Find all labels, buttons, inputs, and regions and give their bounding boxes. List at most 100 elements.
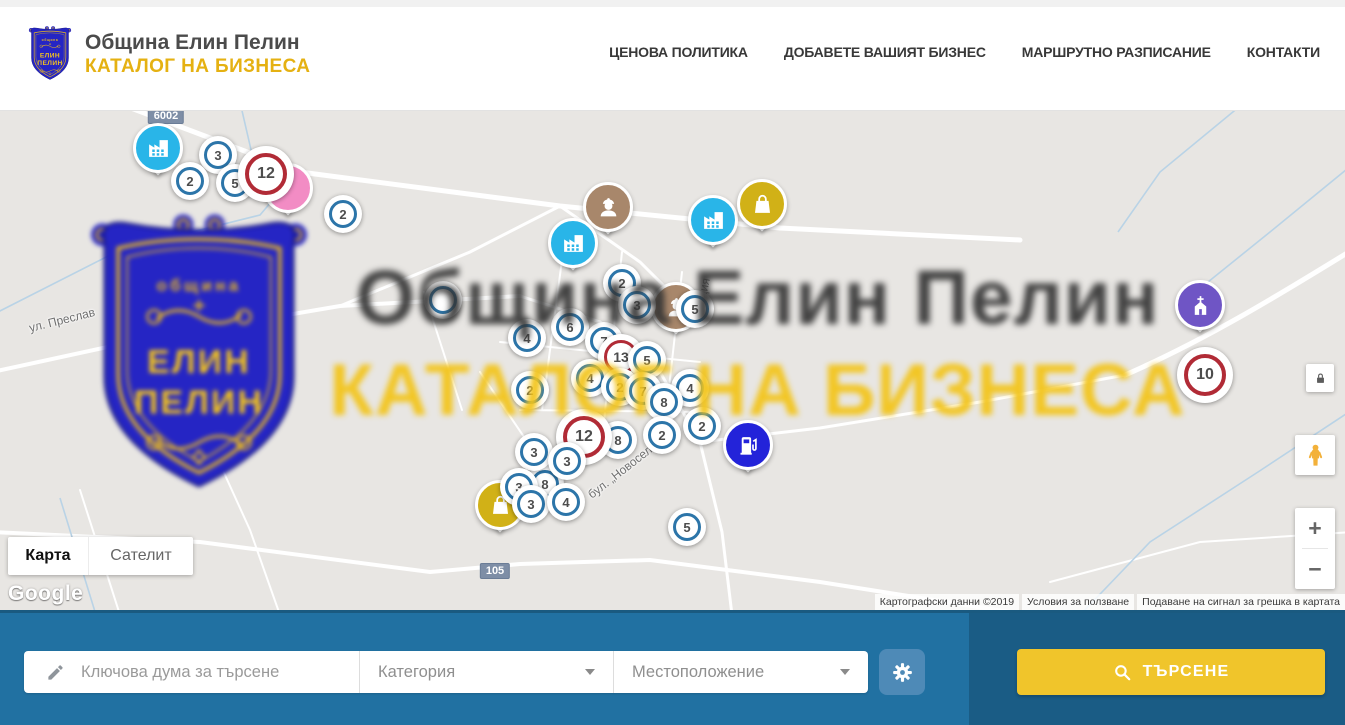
map-canvas[interactable]: общинаЕЛИНПЕЛИН Община Елин Пелин КАТАЛО… (0, 110, 1345, 610)
map-type-map-button[interactable]: Карта (8, 537, 88, 575)
svg-text:ПЕЛИН: ПЕЛИН (37, 60, 62, 67)
factory-icon (561, 231, 586, 256)
pencil-icon (46, 663, 65, 682)
keyword-field[interactable] (24, 651, 359, 693)
google-logo[interactable]: Google (8, 582, 83, 606)
cluster-count: 6 (556, 313, 584, 341)
map-cluster[interactable]: 3 (618, 286, 656, 324)
pin-circle (1175, 280, 1225, 330)
cluster-count: 2 (648, 421, 676, 449)
map-type-satellite-button[interactable]: Сателит (88, 537, 193, 575)
cluster-count: 3 (520, 438, 548, 466)
pin-circle (737, 179, 787, 229)
attribution-report-link[interactable]: Подаване на сигнал за грешка в картата (1137, 594, 1345, 610)
map-cluster[interactable]: 10 (1177, 347, 1233, 403)
municipal-emblem: община ЕЛИНПЕЛИН (28, 24, 72, 84)
map-cluster[interactable]: 2 (511, 371, 549, 409)
nav-route-schedule[interactable]: МАРШРУТНО РАЗПИСАНИЕ (1022, 44, 1211, 60)
factory-icon (146, 136, 171, 161)
top-strip (0, 0, 1345, 7)
search-icon (1113, 663, 1132, 682)
pin-circle (688, 195, 738, 245)
svg-text:община: община (157, 276, 242, 295)
church-icon (1188, 293, 1213, 318)
main-nav: ЦЕНОВА ПОЛИТИКА ДОБАВЕТЕ ВАШИЯТ БИЗНЕС М… (609, 0, 1320, 103)
map-cluster[interactable]: 2 (683, 407, 721, 445)
cluster-count: 2 (329, 200, 357, 228)
road-label: 105 (480, 563, 510, 579)
advanced-settings-button[interactable] (879, 649, 925, 695)
pegman-control[interactable] (1295, 435, 1335, 475)
cluster-count: 10 (1184, 354, 1226, 396)
map-cluster[interactable]: 12 (238, 146, 294, 202)
keyword-input[interactable] (79, 662, 333, 683)
map-cluster[interactable]: 3 (512, 485, 550, 523)
map-cluster[interactable] (424, 281, 462, 319)
map-cluster[interactable]: 5 (668, 508, 706, 546)
nav-contacts[interactable]: КОНТАКТИ (1247, 44, 1320, 60)
site-title: Община Елин Пелин (85, 30, 310, 55)
map-cluster[interactable]: 3 (515, 433, 553, 471)
cluster-count: 2 (516, 376, 544, 404)
map-pin-factory[interactable] (548, 218, 598, 280)
map-attribution: Картографски данни ©2019 Условия за полз… (875, 594, 1345, 610)
nav-add-business[interactable]: ДОБАВЕТЕ ВАШИЯТ БИЗНЕС (784, 44, 986, 60)
map-cluster[interactable]: 4 (547, 483, 585, 521)
pin-circle (723, 420, 773, 470)
cluster-count: 5 (681, 295, 709, 323)
search-button-label: ТЪРСЕНЕ (1143, 663, 1230, 681)
bag-icon (750, 192, 775, 217)
location-select[interactable]: Местоположение (613, 651, 868, 693)
chevron-down-icon (840, 669, 850, 675)
map-cluster[interactable]: 6 (551, 308, 589, 346)
map-cluster[interactable]: 2 (643, 416, 681, 454)
svg-text:ЕЛИН: ЕЛИН (147, 344, 251, 381)
map-cluster[interactable]: 4 (508, 319, 546, 357)
cluster-count: 12 (245, 153, 287, 195)
cluster-count: 3 (623, 291, 651, 319)
header: община ЕЛИНПЕЛИН Община Елин Пелин КАТАЛО… (0, 0, 1345, 111)
map-cluster[interactable]: 3 (548, 442, 586, 480)
zoom-in-button[interactable]: + (1295, 508, 1335, 548)
gear-icon (890, 660, 915, 685)
cluster-count: 5 (673, 513, 701, 541)
svg-text:община: община (42, 38, 59, 42)
factory-icon (701, 208, 726, 233)
nav-pricing-policy[interactable]: ЦЕНОВА ПОЛИТИКА (609, 44, 748, 60)
cluster-count: 3 (517, 490, 545, 518)
cluster-count: 2 (176, 167, 204, 195)
cluster-count: 5 (633, 346, 661, 374)
cluster-count: 2 (688, 412, 716, 440)
map-pin-bag[interactable] (737, 179, 787, 241)
lock-control[interactable] (1306, 364, 1334, 392)
page: общинаЕЛИНПЕЛИН Община Елин Пелин КАТАЛО… (0, 0, 1345, 725)
zoom-out-button[interactable]: − (1295, 549, 1335, 589)
worker-icon (596, 195, 621, 220)
cluster-count: 4 (576, 364, 604, 392)
watermark-emblem: общинаЕЛИНПЕЛИН (85, 210, 313, 502)
search-button[interactable]: ТЪРСЕНЕ (1017, 649, 1325, 695)
map-type-control: Карта Сателит (8, 537, 193, 575)
chevron-down-icon (585, 669, 595, 675)
attribution-data: Картографски данни ©2019 (875, 594, 1019, 610)
search-fields: Категория Местоположение (24, 651, 868, 693)
map-cluster[interactable]: 2 (324, 195, 362, 233)
site-subtitle: КАТАЛОГ НА БИЗНЕСА (85, 56, 310, 78)
site-title-block: Община Елин Пелин КАТАЛОГ НА БИЗНЕСА (85, 30, 310, 77)
cluster-count: 4 (513, 324, 541, 352)
gas-icon (736, 433, 761, 458)
zoom-control: + − (1295, 508, 1335, 589)
map-pin-church[interactable] (1175, 280, 1225, 342)
cluster-count: 4 (552, 488, 580, 516)
attribution-terms-link[interactable]: Условия за ползване (1022, 594, 1134, 610)
svg-text:ЕЛИН: ЕЛИН (40, 52, 60, 59)
map-cluster[interactable]: 5 (676, 290, 714, 328)
map-pin-factory[interactable] (688, 195, 738, 257)
map-cluster[interactable]: 2 (171, 162, 209, 200)
site-logo[interactable]: община ЕЛИНПЕЛИН Община Елин Пелин КАТАЛО… (28, 24, 310, 84)
category-select[interactable]: Категория (359, 651, 613, 693)
map-pin-gas[interactable] (723, 420, 773, 482)
lock-icon (1313, 371, 1328, 386)
search-bar: Категория Местоположение (0, 610, 1345, 725)
cluster-count (429, 286, 457, 314)
